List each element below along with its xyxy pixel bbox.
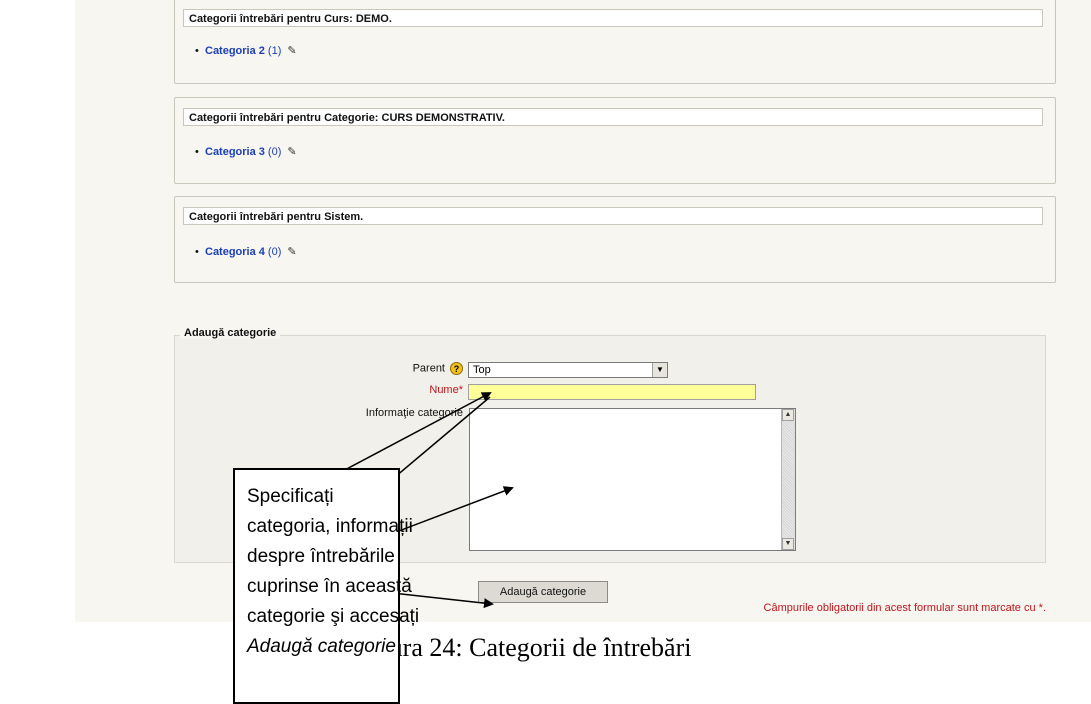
callout-arrows xyxy=(272,392,514,609)
callout-line: categorie şi accesați xyxy=(247,606,420,627)
instruction-callout: Specificați categoria, informații despre… xyxy=(233,468,420,704)
callout-line: cuprinse în această xyxy=(247,576,412,597)
callout-italic-line: Adaugă categorie xyxy=(247,636,396,657)
callout-line: categoria, informații xyxy=(247,516,413,537)
callout-line: Specificați xyxy=(247,486,334,507)
callout-line: despre întrebările xyxy=(247,546,395,567)
